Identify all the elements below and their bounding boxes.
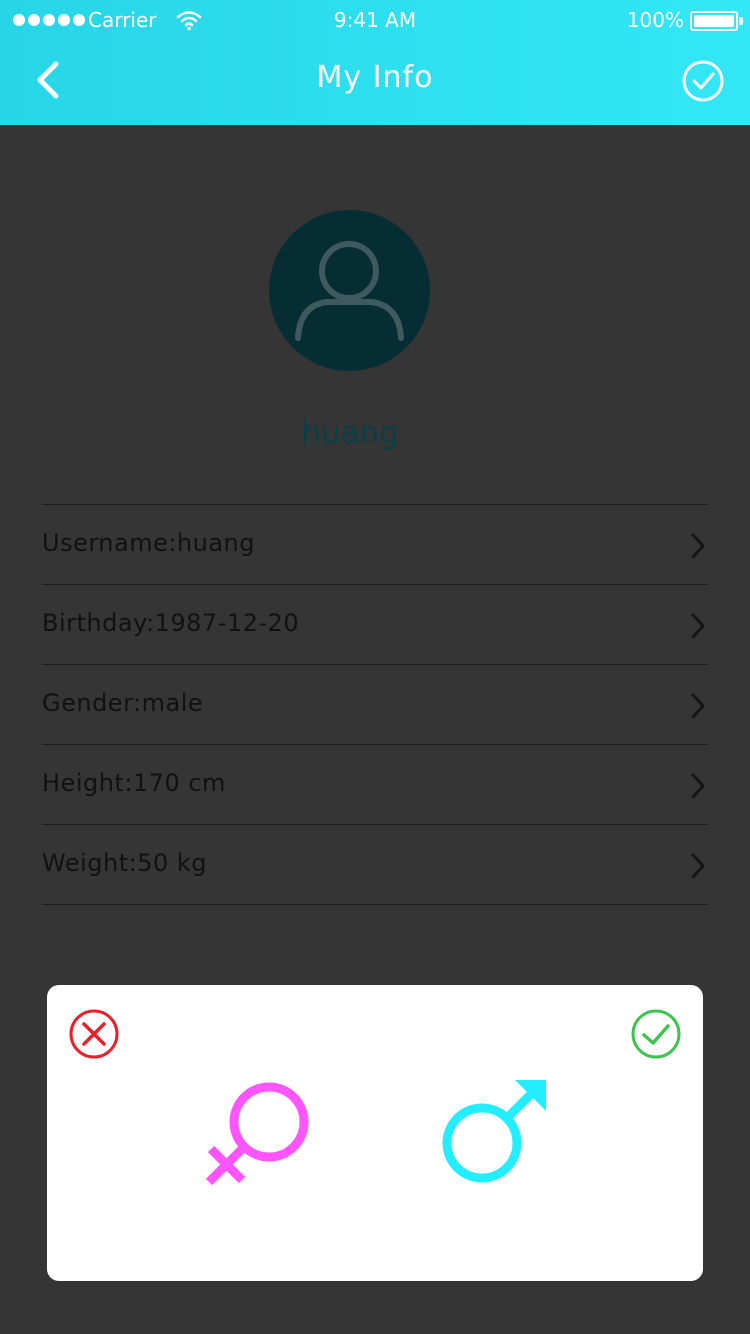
chevron-right-icon xyxy=(691,533,705,559)
list-item-label: Birthday:1987-12-20 xyxy=(42,609,300,637)
info-list: Username:huang Birthday:1987-12-20 Gende… xyxy=(42,504,708,905)
nav-header: Carrier 9:41 AM 100% My Info xyxy=(0,0,750,125)
cancel-button[interactable] xyxy=(68,1008,120,1060)
list-item-label: Height:170 cm xyxy=(42,769,226,797)
page-title: My Info xyxy=(316,60,434,95)
male-option[interactable] xyxy=(439,1078,549,1188)
female-option[interactable] xyxy=(204,1078,314,1188)
chevron-right-icon xyxy=(691,613,705,639)
male-symbol-icon xyxy=(442,1080,546,1183)
list-item-birthday[interactable]: Birthday:1987-12-20 xyxy=(42,585,708,665)
battery-cap xyxy=(739,17,743,25)
chevron-right-icon xyxy=(691,773,705,799)
x-circle-icon xyxy=(69,1009,119,1059)
list-item-label: Weight:50 kg xyxy=(42,849,207,877)
profile-name: huang xyxy=(301,415,399,451)
list-item-label: Username:huang xyxy=(42,529,256,557)
battery-icon xyxy=(690,11,738,31)
save-button[interactable] xyxy=(680,58,726,104)
chevron-right-icon xyxy=(691,853,705,879)
list-item-username[interactable]: Username:huang xyxy=(42,505,708,585)
gender-picker-dialog xyxy=(47,985,703,1281)
check-circle-icon xyxy=(631,1009,681,1059)
chevron-right-icon xyxy=(691,693,705,719)
user-icon xyxy=(295,241,404,341)
list-item-weight[interactable]: Weight:50 kg xyxy=(42,825,708,905)
avatar[interactable] xyxy=(269,210,430,371)
check-circle-icon xyxy=(682,60,724,102)
ok-button[interactable] xyxy=(630,1008,682,1060)
status-bar: Carrier 9:41 AM 100% xyxy=(0,0,750,40)
list-item-label: Gender:male xyxy=(42,689,204,717)
female-symbol-icon xyxy=(205,1082,309,1186)
battery-percent: 100% xyxy=(626,8,684,32)
list-item-height[interactable]: Height:170 cm xyxy=(42,745,708,825)
list-item-gender[interactable]: Gender:male xyxy=(42,665,708,745)
